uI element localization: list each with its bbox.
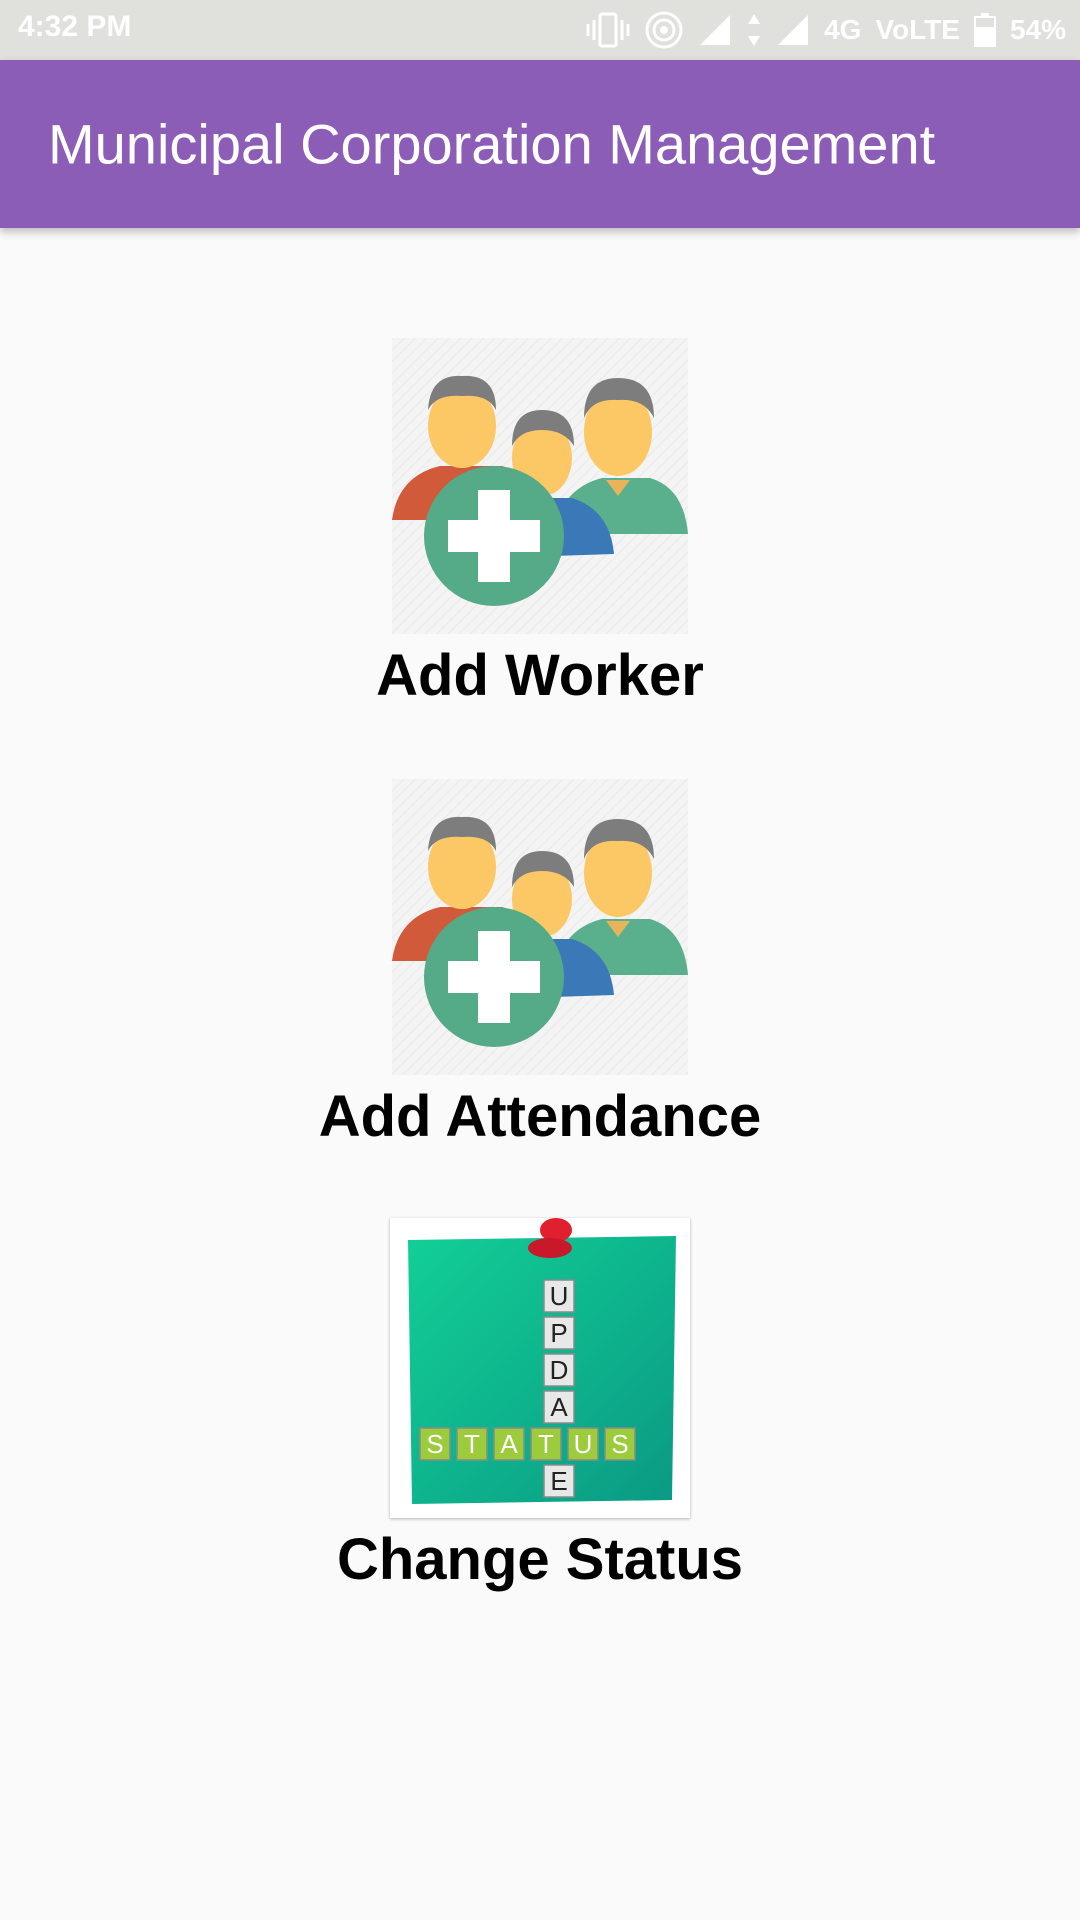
- status-time: 4:32 PM: [18, 10, 132, 43]
- status-icons: 4G VoLTE 54%: [586, 10, 1066, 50]
- add-attendance-icon: [392, 779, 688, 1075]
- signal-icon-2: [776, 13, 810, 47]
- svg-text:P: P: [550, 1318, 567, 1348]
- network-type: 4G: [824, 14, 862, 45]
- app-title: Municipal Corporation Management: [48, 112, 936, 176]
- svg-text:S: S: [611, 1429, 628, 1459]
- svg-text:S: S: [426, 1429, 443, 1459]
- svg-text:A: A: [500, 1429, 518, 1459]
- update-tile: D: [543, 1353, 575, 1387]
- update-tile: P: [543, 1316, 575, 1350]
- hotspot-icon: [644, 10, 684, 50]
- update-tile: A: [543, 1390, 575, 1424]
- add-worker-icon: [392, 338, 688, 634]
- svg-text:E: E: [550, 1466, 567, 1496]
- status-tile: A: [493, 1427, 525, 1461]
- svg-text:T: T: [538, 1429, 554, 1459]
- signal-icon: [698, 13, 732, 47]
- status-bar: 4:32 PM 4G VoLTE 54%: [0, 0, 1080, 60]
- add-worker-label: Add Worker: [376, 643, 704, 708]
- svg-text:A: A: [550, 1392, 568, 1422]
- status-tile: T: [456, 1427, 488, 1461]
- battery-icon: [973, 13, 996, 47]
- vibrate-icon: [586, 12, 630, 48]
- update-tile: U: [543, 1279, 575, 1313]
- status-tile: T: [530, 1427, 562, 1461]
- status-tile: U: [567, 1427, 599, 1461]
- status-tile: S: [604, 1427, 636, 1461]
- volte-label: VoLTE: [875, 14, 960, 45]
- data-arrows-icon: [746, 12, 762, 48]
- svg-text:T: T: [464, 1429, 480, 1459]
- status-tile: S: [419, 1427, 451, 1461]
- battery-percent: 54%: [1009, 14, 1066, 45]
- add-attendance-label: Add Attendance: [318, 1084, 762, 1149]
- update-status-icon: UPDAE STATUS: [390, 1218, 690, 1518]
- svg-text:D: D: [550, 1355, 569, 1385]
- svg-text:U: U: [574, 1429, 593, 1459]
- add-worker-button[interactable]: Add Worker: [0, 338, 1080, 708]
- update-tile: E: [543, 1464, 575, 1498]
- change-status-label: Change Status: [336, 1527, 744, 1592]
- add-attendance-button[interactable]: Add Attendance: [0, 779, 1080, 1149]
- app-bar: Municipal Corporation Management: [0, 60, 1080, 228]
- change-status-button[interactable]: UPDAE STATUS Change Status: [0, 1218, 1080, 1592]
- svg-text:U: U: [550, 1281, 569, 1311]
